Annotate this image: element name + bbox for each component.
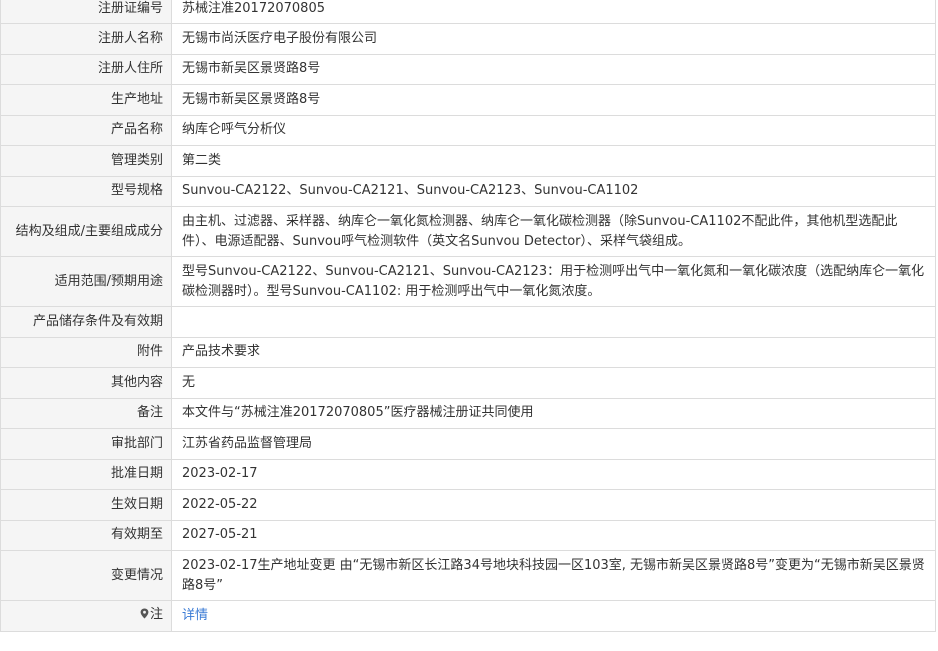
- row-label: 适用范围/预期用途: [0, 256, 172, 307]
- table-row: 产品储存条件及有效期: [0, 306, 936, 338]
- row-value: 第二类: [171, 145, 936, 177]
- note-label-cell: 注: [0, 600, 172, 632]
- registration-detail-table: 注册证编号 苏械注准20172070805 注册人名称 无锡市尚沃医疗电子股份有…: [0, 0, 936, 632]
- row-value: 本文件与“苏械注准20172070805”医疗器械注册证共同使用: [171, 397, 936, 429]
- pin-icon: [140, 606, 149, 626]
- table-row: 管理类别 第二类: [0, 145, 936, 177]
- note-value-cell: 详情: [171, 600, 936, 632]
- row-value: 苏械注准20172070805: [171, 0, 936, 24]
- row-label: 有效期至: [0, 519, 172, 551]
- table-row: 注册人名称 无锡市尚沃医疗电子股份有限公司: [0, 23, 936, 55]
- row-label: 批准日期: [0, 458, 172, 490]
- table-row: 其他内容 无: [0, 367, 936, 399]
- table-row: 审批部门 江苏省药品监督管理局: [0, 428, 936, 460]
- note-label: 注: [149, 607, 163, 623]
- row-value: 江苏省药品监督管理局: [171, 428, 936, 460]
- table-row-note: 注 详情: [0, 600, 936, 632]
- table-row: 注册人住所 无锡市新吴区景贤路8号: [0, 53, 936, 85]
- table-row: 附件 产品技术要求: [0, 336, 936, 368]
- table-row: 生效日期 2022-05-22: [0, 489, 936, 521]
- row-value: 由主机、过滤器、采样器、纳库仑一氧化氮检测器、纳库仑一氧化碳检测器（除Sunvo…: [171, 206, 936, 257]
- details-link[interactable]: 详情: [182, 608, 208, 623]
- row-label: 注册人住所: [0, 53, 172, 85]
- row-label: 产品储存条件及有效期: [0, 306, 172, 338]
- table-row: 备注 本文件与“苏械注准20172070805”医疗器械注册证共同使用: [0, 397, 936, 429]
- table-row: 变更情况 2023-02-17生产地址变更 由“无锡市新区长江路34号地块科技园…: [0, 550, 936, 601]
- table-row: 结构及组成/主要组成成分 由主机、过滤器、采样器、纳库仑一氧化氮检测器、纳库仑一…: [0, 206, 936, 257]
- row-value: 无锡市尚沃医疗电子股份有限公司: [171, 23, 936, 55]
- table-row: 有效期至 2027-05-21: [0, 519, 936, 551]
- row-value: [171, 306, 936, 338]
- row-label: 生效日期: [0, 489, 172, 521]
- table-row: 适用范围/预期用途 型号Sunvou-CA2122、Sunvou-CA2121、…: [0, 256, 936, 307]
- row-value: 无锡市新吴区景贤路8号: [171, 84, 936, 116]
- row-label: 生产地址: [0, 84, 172, 116]
- row-value: 无: [171, 367, 936, 399]
- row-label: 附件: [0, 336, 172, 368]
- row-value: 型号Sunvou-CA2122、Sunvou-CA2121、Sunvou-CA2…: [171, 256, 936, 307]
- row-label: 结构及组成/主要组成成分: [0, 206, 172, 257]
- table-row: 批准日期 2023-02-17: [0, 458, 936, 490]
- row-label: 型号规格: [0, 175, 172, 207]
- row-value: 2027-05-21: [171, 519, 936, 551]
- table-row: 生产地址 无锡市新吴区景贤路8号: [0, 84, 936, 116]
- row-label: 审批部门: [0, 428, 172, 460]
- row-value: 无锡市新吴区景贤路8号: [171, 53, 936, 85]
- row-label: 产品名称: [0, 114, 172, 146]
- row-label: 备注: [0, 397, 172, 429]
- table-row: 注册证编号 苏械注准20172070805: [0, 0, 936, 24]
- row-label: 其他内容: [0, 367, 172, 399]
- row-value: 2023-02-17生产地址变更 由“无锡市新区长江路34号地块科技园一区103…: [171, 550, 936, 601]
- row-label: 管理类别: [0, 145, 172, 177]
- row-label: 变更情况: [0, 550, 172, 601]
- table-row: 型号规格 Sunvou-CA2122、Sunvou-CA2121、Sunvou-…: [0, 175, 936, 207]
- row-label: 注册证编号: [0, 0, 172, 24]
- row-value: Sunvou-CA2122、Sunvou-CA2121、Sunvou-CA212…: [171, 175, 936, 207]
- row-value: 纳库仑呼气分析仪: [171, 114, 936, 146]
- row-value: 产品技术要求: [171, 336, 936, 368]
- row-value: 2023-02-17: [171, 458, 936, 490]
- row-value: 2022-05-22: [171, 489, 936, 521]
- table-row: 产品名称 纳库仑呼气分析仪: [0, 114, 936, 146]
- row-label: 注册人名称: [0, 23, 172, 55]
